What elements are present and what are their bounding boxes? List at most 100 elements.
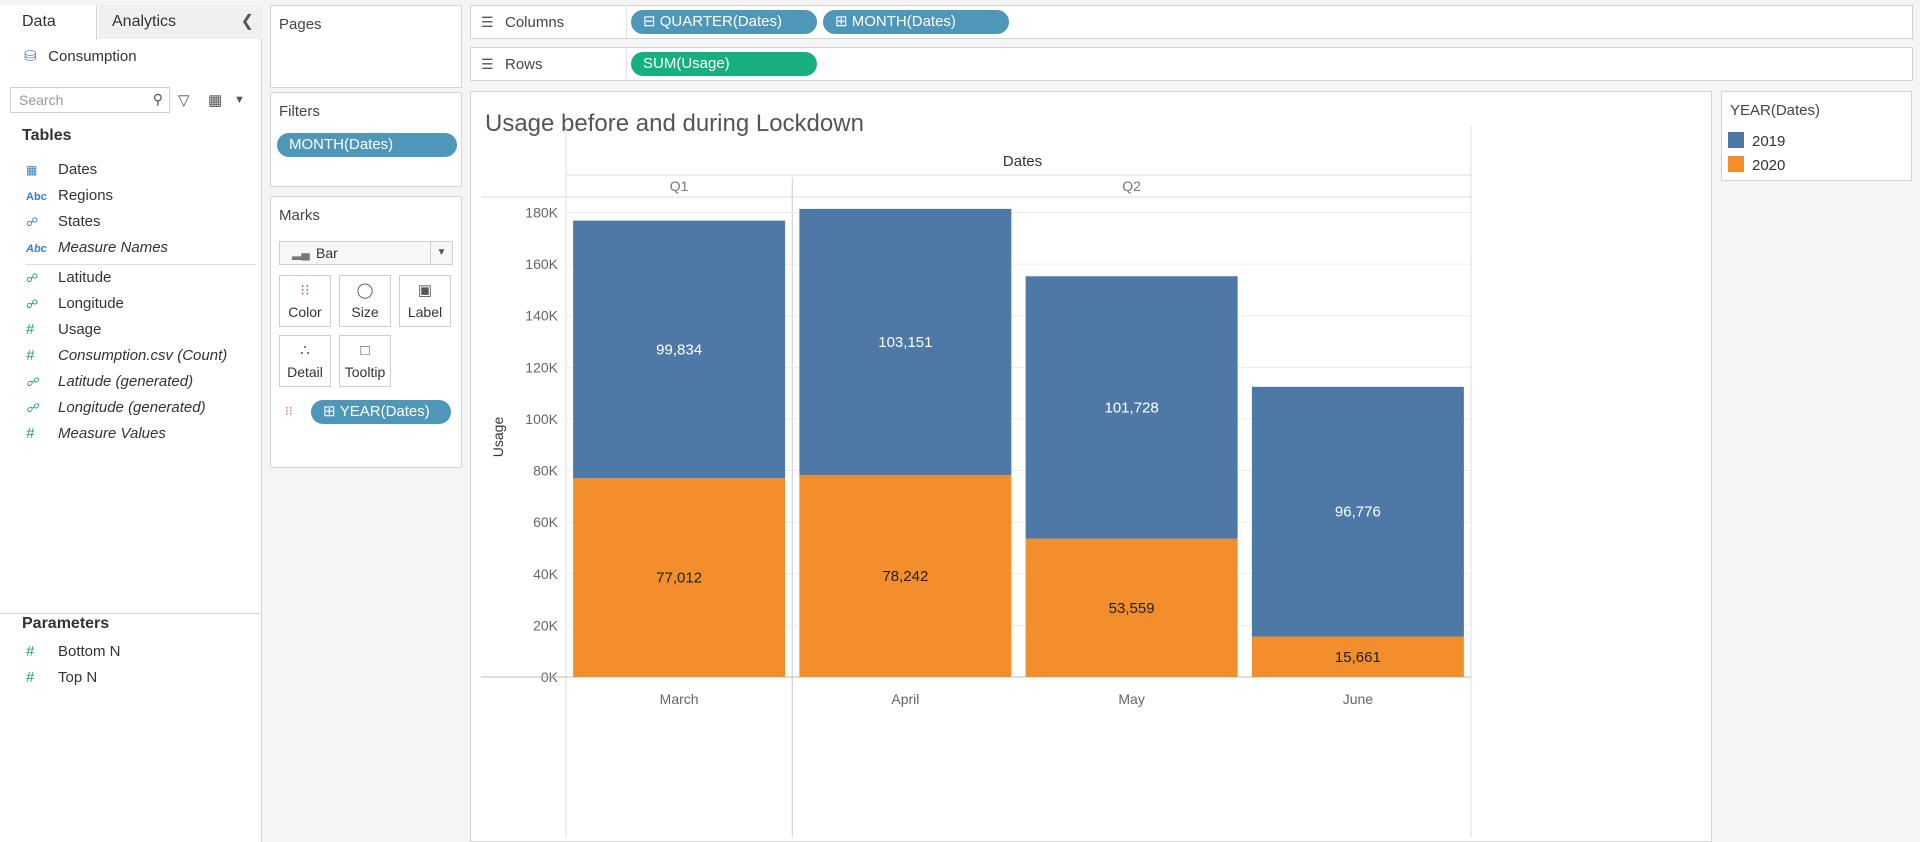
label-icon: ▣ — [417, 282, 433, 299]
y-tick-label: 160K — [525, 256, 558, 272]
parameter-item[interactable]: # Bottom N — [26, 641, 121, 663]
legend-item-2019[interactable]: 2019 — [1728, 132, 1785, 150]
row-pill-sum-usage[interactable]: SUM(Usage) — [631, 52, 817, 76]
field-item[interactable]: ☍ Latitude (generated) — [26, 371, 193, 393]
color-button[interactable]: ⁝⁝ Color — [279, 275, 331, 327]
marks-title: Marks — [279, 207, 320, 224]
x-tick-label: May — [1118, 691, 1144, 707]
parameter-item[interactable]: # Top N — [26, 667, 97, 689]
tab-analytics[interactable]: Analytics — [98, 5, 262, 39]
color-encoding-icon: ⁝⁝ — [285, 404, 293, 418]
pane-tabs: Data Analytics ❮ — [0, 5, 262, 40]
mark-type-label: Bar — [316, 245, 338, 261]
calendar-icon: ▦ — [26, 163, 38, 177]
view-area[interactable]: Usage before and during Lockdown Dates Q1… — [470, 91, 1712, 842]
plus-icon: ⊞ — [835, 13, 852, 30]
y-tick-label: 100K — [525, 411, 558, 427]
field-item[interactable]: ☍ States — [26, 211, 101, 233]
filter-pill-month[interactable]: MONTH(Dates) — [277, 133, 457, 157]
quarter-header: Q1 — [670, 178, 689, 194]
size-button[interactable]: ◯ Size — [339, 275, 391, 327]
collapse-pane-icon[interactable]: ❮ — [241, 5, 254, 39]
rows-label: ☰ Rows — [471, 48, 627, 80]
chevron-down-icon[interactable]: ▼ — [234, 94, 245, 106]
data-label: 15,661 — [1335, 649, 1381, 666]
field-label: Dates — [58, 161, 98, 178]
color-icon: ⁝⁝ — [300, 282, 310, 299]
search-icon[interactable]: ⚲ — [153, 91, 163, 108]
mark-type-dropdown[interactable]: ▂▄ Bar ▼ — [279, 241, 453, 265]
data-label: 101,728 — [1105, 400, 1159, 417]
legend-title: YEAR(Dates) — [1730, 102, 1821, 119]
tooltip-button[interactable]: □ Tooltip — [339, 335, 391, 387]
data-label: 99,834 — [656, 341, 702, 358]
field-label: Measure Values — [58, 425, 166, 442]
detail-icon: ∴ — [300, 342, 310, 359]
search-placeholder: Search — [19, 92, 64, 108]
legend-label: 2020 — [1752, 157, 1786, 174]
rows-icon: ☰ — [481, 56, 494, 72]
database-icon: ⛁ — [24, 48, 37, 65]
chevron-down-icon[interactable]: ▼ — [430, 242, 452, 264]
y-tick-label: 80K — [533, 463, 559, 479]
legend-swatch — [1728, 132, 1744, 148]
color-label: Color — [288, 304, 322, 320]
legend-item-2020[interactable]: 2020 — [1728, 156, 1785, 174]
field-item[interactable]: # Usage — [26, 319, 101, 341]
search-input[interactable]: Search ⚲ — [10, 87, 170, 113]
label-button[interactable]: ▣ Label — [399, 275, 451, 327]
color-pill-label: YEAR(Dates) — [339, 403, 430, 420]
size-icon: ◯ — [356, 282, 374, 299]
size-label: Size — [351, 304, 379, 320]
label-label: Label — [407, 304, 443, 320]
hash-icon: # — [26, 643, 35, 660]
column-header-dates: Dates — [1003, 153, 1042, 170]
field-item[interactable]: ☍ Longitude — [26, 293, 124, 315]
tooltip-label: Tooltip — [344, 364, 386, 380]
bar-chart-icon: ▂▄ — [292, 246, 310, 260]
color-pill-year[interactable]: ⊞ YEAR(Dates) — [311, 400, 451, 424]
y-tick-label: 40K — [533, 566, 559, 582]
field-item[interactable]: Abc Regions — [26, 185, 113, 207]
filter-icon[interactable]: ▽ — [178, 91, 190, 109]
columns-label-text: Columns — [505, 14, 565, 31]
divider — [0, 613, 262, 614]
hash-icon: # — [26, 347, 35, 364]
tab-data[interactable]: Data — [0, 5, 97, 40]
tooltip-icon: □ — [360, 342, 370, 359]
y-tick-label: 20K — [533, 617, 559, 633]
parameter-label: Bottom N — [58, 643, 121, 660]
datasource-item[interactable]: ⛁ Consumption — [24, 47, 137, 67]
rows-shelf[interactable]: ☰ Rows SUM(Usage) — [470, 47, 1913, 81]
field-item[interactable]: ▦ Dates — [26, 159, 97, 181]
pages-card[interactable]: Pages — [270, 5, 462, 88]
detail-button[interactable]: ∴ Detail — [279, 335, 331, 387]
columns-shelf[interactable]: ☰ Columns ⊟ QUARTER(Dates) ⊞ MONTH(Dates) — [470, 5, 1913, 39]
color-legend: YEAR(Dates) 2019 2020 — [1721, 91, 1912, 181]
plus-icon: ⊞ — [323, 403, 340, 420]
field-label: Usage — [58, 321, 102, 338]
field-item[interactable]: ☍ Longitude (generated) — [26, 397, 206, 419]
field-item[interactable]: Abc Measure Names — [26, 237, 168, 259]
field-label: Latitude — [58, 269, 112, 286]
data-pane: Data Analytics ❮ ⛁ Consumption Search ⚲ … — [0, 5, 262, 842]
column-pill-month[interactable]: ⊞ MONTH(Dates) — [823, 10, 1009, 34]
view-toggle-icon[interactable]: ▦ — [208, 91, 222, 109]
field-label: Consumption.csv (Count) — [58, 347, 228, 364]
filters-card[interactable]: Filters MONTH(Dates) — [270, 92, 462, 187]
field-item[interactable]: # Measure Values — [26, 423, 166, 445]
field-label: Latitude (generated) — [58, 373, 194, 390]
parameters-title: Parameters — [22, 615, 110, 632]
data-label: 53,559 — [1109, 600, 1155, 617]
globe-icon: ☍ — [26, 215, 39, 229]
field-label: Longitude — [58, 295, 124, 312]
chart: DatesQ1 Q20K20K40K60K80K100K120K140K160K1… — [481, 126, 1472, 837]
field-label: Measure Names — [58, 239, 169, 256]
data-label: 78,242 — [882, 568, 928, 585]
field-item[interactable]: # Consumption.csv (Count) — [26, 345, 227, 367]
y-axis-label: Usage — [490, 417, 506, 458]
field-item[interactable]: ☍ Latitude — [26, 267, 111, 289]
minus-icon: ⊟ — [643, 13, 660, 30]
parameter-label: Top N — [58, 669, 98, 686]
column-pill-quarter[interactable]: ⊟ QUARTER(Dates) — [631, 10, 817, 34]
